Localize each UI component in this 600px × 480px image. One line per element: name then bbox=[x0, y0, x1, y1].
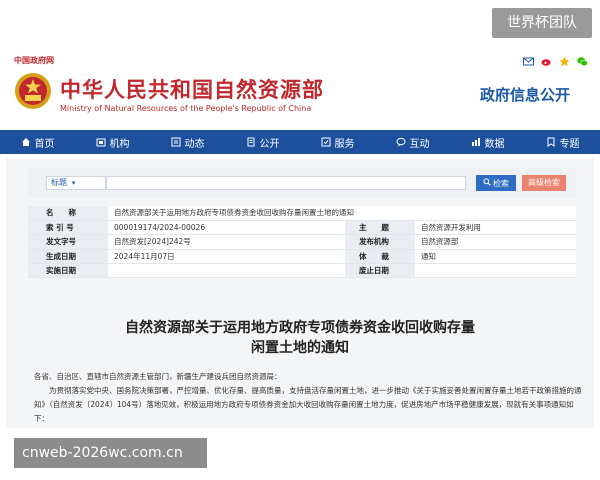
meta-key: 发布机构 bbox=[344, 234, 415, 250]
content-area: 标题 ▾ 检索 高级检索 名 称 自然资源部关于运用地方政府专项债券资金收回收购… bbox=[6, 158, 594, 428]
document-paragraph: 为贯彻落实党中央、国务院决策部署，严控增量、优化存量、提高质量，支持盘活存量闲置… bbox=[34, 386, 582, 423]
meta-value: 000019174/2024-00026 bbox=[108, 220, 345, 236]
advanced-search-button[interactable]: 高级检索 bbox=[522, 175, 566, 191]
meta-value: 自然资源部关于运用地方政府专项债券资金收回收购存量闲置土地的通知 bbox=[108, 206, 576, 221]
org-icon bbox=[96, 137, 106, 147]
document-metadata-table: 名 称 自然资源部关于运用地方政府专项债券资金收回收购存量闲置土地的通知 索 引… bbox=[28, 206, 576, 279]
meta-value: 自然资源开发利用 bbox=[414, 220, 576, 236]
meta-key: 实施日期 bbox=[28, 263, 108, 279]
meta-key: 发文字号 bbox=[28, 234, 108, 250]
weibo-icon[interactable] bbox=[541, 52, 552, 66]
meta-value: 通知 bbox=[414, 249, 576, 265]
meta-value bbox=[414, 263, 576, 279]
nav-item-service[interactable]: 服务 bbox=[300, 135, 375, 150]
gov-portal-link[interactable]: 中国政府网 bbox=[14, 55, 54, 66]
meta-value: 自然资发[2024]242号 bbox=[108, 234, 345, 250]
table-row: 生成日期 2024年11月07日 体 裁 通知 bbox=[28, 249, 576, 265]
nav-item-topic[interactable]: 专题 bbox=[525, 135, 600, 150]
meta-value: 2024年11月07日 bbox=[108, 249, 345, 265]
ministry-name-en: Ministry of Natural Resources of the Peo… bbox=[60, 104, 312, 113]
chevron-down-icon: ▾ bbox=[69, 179, 76, 187]
national-emblem-logo bbox=[14, 72, 52, 110]
nav-item-label: 动态 bbox=[184, 138, 205, 150]
nav-item-label: 服务 bbox=[334, 138, 355, 150]
nav-item-label: 机构 bbox=[109, 138, 130, 150]
meta-key: 生成日期 bbox=[28, 249, 108, 265]
search-input[interactable] bbox=[106, 176, 466, 190]
mail-icon[interactable] bbox=[523, 52, 534, 66]
document-title: 自然资源部关于运用地方政府专项债券资金收回收购存量 闲置土地的通知 bbox=[6, 318, 594, 358]
document-salutation: 各省、自治区、直辖市自然资源主管部门，新疆生产建设兵团自然资源局： bbox=[34, 372, 282, 381]
table-row: 实施日期 废止日期 bbox=[28, 263, 576, 279]
meta-key: 体 裁 bbox=[344, 249, 415, 265]
search-icon bbox=[483, 178, 491, 188]
nav-item-org[interactable]: 机构 bbox=[75, 135, 150, 150]
search-field-select[interactable]: 标题 ▾ bbox=[46, 176, 106, 190]
table-row: 发文字号 自然资发[2024]242号 发布机构 自然资源部 bbox=[28, 234, 576, 250]
page: 中国政府网 中华人民共和国自然资源部 Ministry of Natural R… bbox=[0, 0, 600, 480]
watermark-top: 世界杯团队 bbox=[492, 8, 592, 38]
share-icons bbox=[523, 52, 588, 67]
table-row: 索 引 号 000019174/2024-00026 主 题 自然资源开发利用 bbox=[28, 220, 576, 236]
search-select-value: 标题 bbox=[51, 178, 67, 187]
watermark-bottom: cnweb-2026wc.com.cn bbox=[14, 438, 207, 468]
chat-icon bbox=[396, 137, 406, 147]
search-panel: 标题 ▾ 检索 高级检索 bbox=[28, 168, 576, 198]
document-title-line: 闲置土地的通知 bbox=[251, 340, 349, 356]
meta-key: 废止日期 bbox=[344, 263, 415, 279]
nav-item-label: 首页 bbox=[34, 138, 55, 150]
meta-key: 名 称 bbox=[28, 206, 108, 221]
nav-item-label: 公开 bbox=[259, 138, 280, 150]
nav-item-home[interactable]: 首页 bbox=[0, 135, 75, 150]
data-icon bbox=[471, 137, 481, 147]
nav-item-open[interactable]: 公开 bbox=[225, 135, 300, 150]
nav-item-data[interactable]: 数据 bbox=[450, 135, 525, 150]
search-button[interactable]: 检索 bbox=[476, 175, 516, 191]
meta-value: 自然资源部 bbox=[414, 234, 576, 250]
table-row: 名 称 自然资源部关于运用地方政府专项债券资金收回收购存量闲置土地的通知 bbox=[28, 206, 576, 221]
search-button-label: 检索 bbox=[493, 178, 509, 188]
open-icon bbox=[246, 137, 256, 147]
qzone-icon[interactable] bbox=[559, 52, 570, 67]
meta-value bbox=[108, 263, 345, 279]
news-icon bbox=[171, 137, 181, 147]
wechat-icon[interactable] bbox=[577, 52, 588, 67]
nav-item-news[interactable]: 动态 bbox=[150, 135, 225, 150]
topic-icon bbox=[546, 137, 556, 147]
home-icon bbox=[21, 137, 31, 147]
nav-item-interact[interactable]: 互动 bbox=[375, 135, 450, 150]
service-icon bbox=[321, 137, 331, 147]
meta-key: 主 题 bbox=[344, 220, 415, 236]
meta-key: 索 引 号 bbox=[28, 220, 108, 236]
nav-item-label: 互动 bbox=[409, 138, 430, 150]
nav-item-label: 专题 bbox=[559, 138, 580, 150]
section-title: 政府信息公开 bbox=[479, 86, 570, 104]
ministry-name-cn: 中华人民共和国自然资源部 bbox=[60, 78, 324, 102]
nav-item-label: 数据 bbox=[484, 138, 505, 150]
main-nav: 首页 机构 动态 公开 服务 互动 数据 专题 bbox=[0, 130, 600, 154]
document-title-line: 自然资源部关于运用地方政府专项债券资金收回收购存量 bbox=[125, 320, 475, 336]
document-body: 各省、自治区、直辖市自然资源主管部门，新疆生产建设兵团自然资源局： 为贯彻落实党… bbox=[34, 370, 582, 426]
